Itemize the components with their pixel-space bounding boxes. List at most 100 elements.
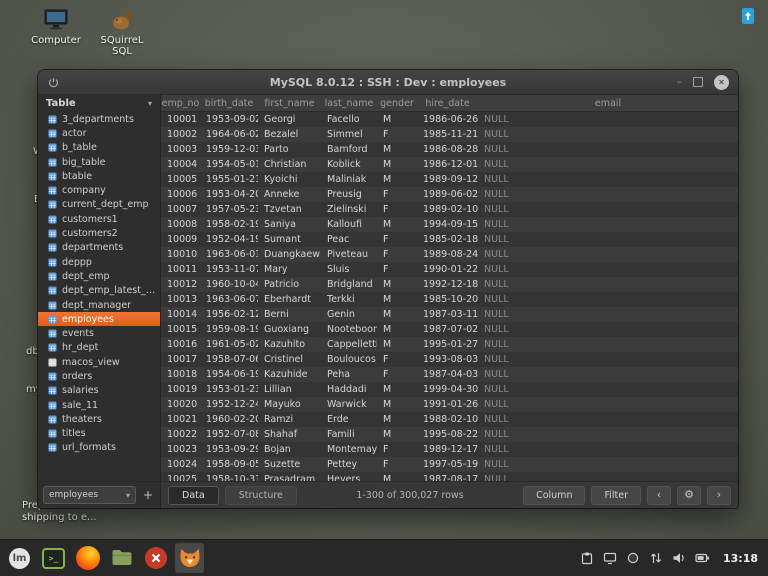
table-cell[interactable]: 1990-01-22 — [417, 262, 478, 277]
table-cell[interactable]: Bezalel — [258, 127, 321, 142]
table-cell[interactable]: 1985-10-20 — [417, 292, 478, 307]
table-cell[interactable]: 1989-08-24 — [417, 247, 478, 262]
table-cell[interactable]: 1992-12-18 — [417, 277, 478, 292]
table-cell[interactable]: NULL — [478, 367, 738, 382]
table-cell[interactable]: Kazuhide — [258, 367, 321, 382]
table-row[interactable]: 100221952-07-08ShahafFamiliM1995-08-22NU… — [161, 427, 738, 442]
table-cell[interactable]: M — [377, 142, 417, 157]
table-cell[interactable]: 1952-04-19 — [200, 232, 258, 247]
table-cell[interactable]: Sluis — [321, 262, 377, 277]
table-cell[interactable]: 10017 — [161, 352, 200, 367]
table-row[interactable]: 100201952-12-24MayukoWarwickM1991-01-26N… — [161, 397, 738, 412]
table-cell[interactable]: 10014 — [161, 307, 200, 322]
table-cell[interactable]: 10001 — [161, 112, 200, 127]
table-cell[interactable]: 10023 — [161, 442, 200, 457]
table-cell[interactable]: Piveteau — [321, 247, 377, 262]
table-cell[interactable]: Bojan — [258, 442, 321, 457]
table-cell[interactable]: F — [377, 187, 417, 202]
table-cell[interactable]: M — [377, 412, 417, 427]
table-cell[interactable]: 10020 — [161, 397, 200, 412]
table-cell[interactable]: 1953-01-23 — [200, 382, 258, 397]
table-cell[interactable]: 1958-02-19 — [200, 217, 258, 232]
table-cell[interactable]: Peha — [321, 367, 377, 382]
table-cell[interactable]: 1953-09-29 — [200, 442, 258, 457]
table-cell[interactable]: M — [377, 382, 417, 397]
table-cell[interactable]: Erde — [321, 412, 377, 427]
prev-page-button[interactable]: ‹ — [647, 486, 671, 505]
network-icon[interactable] — [649, 551, 663, 565]
table-row[interactable]: 100061953-04-20AnnekePreusigF1989-06-02N… — [161, 187, 738, 202]
table-cell[interactable]: Sumant — [258, 232, 321, 247]
table-cell[interactable]: NULL — [478, 172, 738, 187]
sidebar-table-item[interactable]: deppp — [38, 255, 160, 269]
table-cell[interactable]: NULL — [478, 157, 738, 172]
table-cell[interactable]: 1959-12-03 — [200, 142, 258, 157]
table-cell[interactable]: Heyers — [321, 472, 377, 481]
table-cell[interactable]: NULL — [478, 232, 738, 247]
table-cell[interactable]: Prasadram — [258, 472, 321, 481]
disconnect-button[interactable] — [48, 77, 59, 88]
table-cell[interactable]: M — [377, 157, 417, 172]
table-cell[interactable]: Kalloufi — [321, 217, 377, 232]
files-launcher[interactable] — [107, 543, 136, 573]
table-cell[interactable]: M — [377, 472, 417, 481]
table-cell[interactable]: NULL — [478, 397, 738, 412]
table-cell[interactable]: Georgi — [258, 112, 321, 127]
table-row[interactable]: 100111953-11-07MarySluisF1990-01-22NULL — [161, 262, 738, 277]
table-cell[interactable]: 1987-03-11 — [417, 307, 478, 322]
close-button[interactable]: ✕ — [714, 75, 729, 90]
table-cell[interactable]: NULL — [478, 127, 738, 142]
column-header[interactable]: emp_no — [161, 95, 200, 111]
table-cell[interactable]: 1993-08-03 — [417, 352, 478, 367]
table-cell[interactable]: Pettey — [321, 457, 377, 472]
table-cell[interactable]: 1995-08-22 — [417, 427, 478, 442]
sidebar-table-item[interactable]: titles — [38, 427, 160, 441]
table-cell[interactable]: Nooteboom — [321, 322, 377, 337]
table-cell[interactable]: F — [377, 457, 417, 472]
record-icon[interactable] — [626, 551, 640, 565]
table-cell[interactable]: Terkki — [321, 292, 377, 307]
table-cell[interactable]: F — [377, 232, 417, 247]
table-cell[interactable]: F — [377, 247, 417, 262]
table-cell[interactable]: Genin — [321, 307, 377, 322]
database-app-launcher[interactable] — [175, 543, 204, 573]
sidebar-table-item[interactable]: b_table — [38, 141, 160, 155]
table-cell[interactable]: 10016 — [161, 337, 200, 352]
clock[interactable]: 13:18 — [723, 552, 758, 565]
table-cell[interactable]: 10021 — [161, 412, 200, 427]
table-cell[interactable]: 1989-12-17 — [417, 442, 478, 457]
table-cell[interactable]: 1953-09-02 — [200, 112, 258, 127]
table-cell[interactable]: NULL — [478, 247, 738, 262]
sidebar-table-item[interactable]: theaters — [38, 412, 160, 426]
table-row[interactable]: 100031959-12-03PartoBamfordM1986-08-28NU… — [161, 142, 738, 157]
column-header[interactable]: birth_date — [200, 95, 258, 111]
battery-icon[interactable] — [695, 551, 710, 565]
table-cell[interactable]: 1991-01-26 — [417, 397, 478, 412]
table-cell[interactable]: NULL — [478, 202, 738, 217]
table-cell[interactable]: Parto — [258, 142, 321, 157]
table-cell[interactable]: Bouloucos — [321, 352, 377, 367]
table-cell[interactable]: NULL — [478, 217, 738, 232]
table-cell[interactable]: Preusig — [321, 187, 377, 202]
sidebar-table-item[interactable]: customers1 — [38, 212, 160, 226]
table-cell[interactable]: Montemayor — [321, 442, 377, 457]
table-cell[interactable]: NULL — [478, 442, 738, 457]
table-cell[interactable]: 10005 — [161, 172, 200, 187]
table-cell[interactable]: 10018 — [161, 367, 200, 382]
table-cell[interactable]: 1986-08-28 — [417, 142, 478, 157]
table-row[interactable]: 100041954-05-01ChristianKoblickM1986-12-… — [161, 157, 738, 172]
table-row[interactable]: 100131963-06-07EberhardtTerkkiM1985-10-2… — [161, 292, 738, 307]
table-cell[interactable]: 1953-04-20 — [200, 187, 258, 202]
table-cell[interactable]: 1961-05-02 — [200, 337, 258, 352]
table-cell[interactable]: 1986-12-01 — [417, 157, 478, 172]
tab-structure[interactable]: Structure — [225, 486, 297, 505]
table-cell[interactable]: 1952-12-24 — [200, 397, 258, 412]
table-cell[interactable]: Haddadi — [321, 382, 377, 397]
table-cell[interactable]: M — [377, 112, 417, 127]
table-cell[interactable]: 1964-06-02 — [200, 127, 258, 142]
red-app-launcher[interactable] — [141, 543, 170, 573]
table-cell[interactable]: Mayuko — [258, 397, 321, 412]
sidebar-table-item[interactable]: departments — [38, 241, 160, 255]
table-cell[interactable]: Cristinel — [258, 352, 321, 367]
table-cell[interactable]: 10011 — [161, 262, 200, 277]
